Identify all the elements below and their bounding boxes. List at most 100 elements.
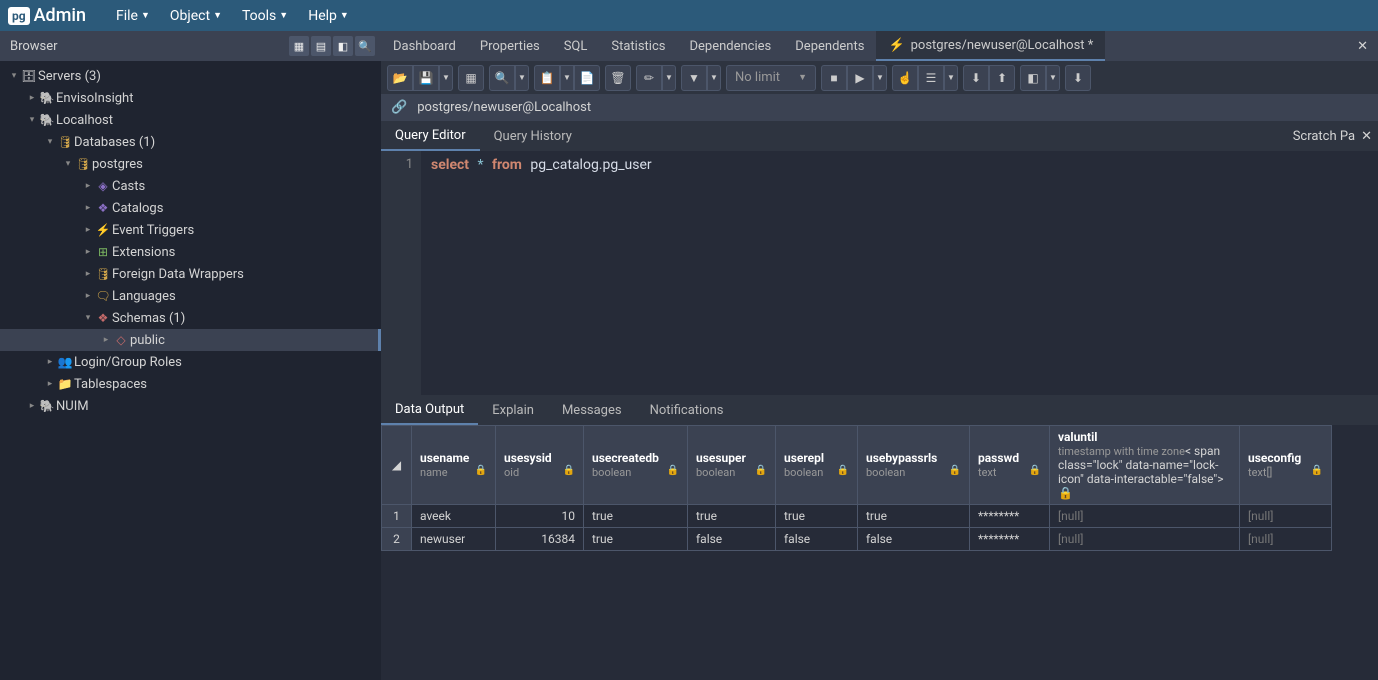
- col-passwd[interactable]: passwdtext🔒: [970, 426, 1050, 505]
- rollback-icon: ⬆: [997, 71, 1007, 85]
- find-button[interactable]: 🔍: [489, 65, 515, 91]
- col-userepl[interactable]: usereplboolean🔒: [776, 426, 858, 505]
- tab-sql[interactable]: SQL: [552, 31, 600, 61]
- tree-databases[interactable]: ▾🛢Databases (1): [0, 131, 381, 153]
- table-row[interactable]: 2 newuser 16384 true false false false *…: [382, 528, 1332, 551]
- col-usename[interactable]: usenamename🔒: [412, 426, 496, 505]
- tree-tablespaces[interactable]: ▸📁Tablespaces: [0, 373, 381, 395]
- delete-button[interactable]: 🗑: [605, 65, 631, 91]
- explain-analyze-button[interactable]: ☰: [918, 65, 944, 91]
- tree-schemas[interactable]: ▾❖Schemas (1): [0, 307, 381, 329]
- lock-icon: 🔒: [667, 465, 679, 476]
- save-dropdown[interactable]: ▼: [439, 65, 453, 91]
- filter-button[interactable]: ▼: [681, 65, 707, 91]
- tab-dashboard[interactable]: Dashboard: [381, 31, 468, 61]
- tree-nuim[interactable]: ▸🐘NUIM: [0, 395, 381, 417]
- grid-icon: ▦: [465, 71, 476, 85]
- close-icon[interactable]: ✕: [1357, 39, 1378, 54]
- toolbar: 📂 💾 ▼ ▦ 🔍 ▼ 📋 ▼ 📄 🗑 ✏ ▼ ▼ ▼: [381, 61, 1378, 94]
- tab-statistics[interactable]: Statistics: [599, 31, 677, 61]
- pencil-icon: ✏: [644, 71, 654, 85]
- menu-object[interactable]: Object▼: [160, 8, 232, 24]
- tab-explain[interactable]: Explain: [478, 395, 548, 425]
- tab-data-output[interactable]: Data Output: [381, 395, 478, 425]
- explain-button[interactable]: ☝: [892, 65, 918, 91]
- rollback-button[interactable]: ⬆: [989, 65, 1015, 91]
- tree-public[interactable]: ▸◇public: [0, 329, 381, 351]
- close-icon[interactable]: ✕: [1361, 129, 1372, 144]
- edit-button[interactable]: ✏: [636, 65, 662, 91]
- tab-dependencies[interactable]: Dependencies: [677, 31, 783, 61]
- tree-extensions[interactable]: ▸⊞Extensions: [0, 241, 381, 263]
- query-tool-button[interactable]: ▦: [458, 65, 484, 91]
- tree-localhost[interactable]: ▾🐘Localhost: [0, 109, 381, 131]
- tree-event-triggers[interactable]: ▸⚡Event Triggers: [0, 219, 381, 241]
- tab-icon[interactable]: ▦: [289, 36, 309, 56]
- paste-button[interactable]: 📄: [574, 65, 600, 91]
- open-file-button[interactable]: 📂: [387, 65, 413, 91]
- tab-messages[interactable]: Messages: [548, 395, 636, 425]
- edit-dropdown[interactable]: ▼: [662, 65, 676, 91]
- tree-languages[interactable]: ▸🗨Languages: [0, 285, 381, 307]
- col-usecreatedb[interactable]: usecreatedbboolean🔒: [584, 426, 688, 505]
- execute-dropdown[interactable]: ▼: [873, 65, 887, 91]
- save-button[interactable]: 💾: [413, 65, 439, 91]
- tree-envisoinsight[interactable]: ▸🐘EnvisoInsight: [0, 87, 381, 109]
- code-area[interactable]: select * from pg_catalog.pg_user: [421, 151, 662, 395]
- trigger-icon: ⚡: [94, 223, 112, 237]
- logo-text: Admin: [34, 5, 86, 26]
- clear-dropdown[interactable]: ▼: [1046, 65, 1060, 91]
- connection-label: postgres/newuser@Localhost: [417, 100, 591, 115]
- elephant-icon: 🐘: [38, 399, 56, 413]
- filter-icon[interactable]: ◧: [333, 36, 353, 56]
- stop-button[interactable]: ■: [821, 65, 847, 91]
- menu-help[interactable]: Help▼: [298, 8, 359, 24]
- schema-icon: ◇: [112, 333, 130, 347]
- tab-dependents[interactable]: Dependents: [783, 31, 876, 61]
- tree-servers[interactable]: ▾🗄Servers (3): [0, 65, 381, 87]
- tab-query-editor[interactable]: Query Editor: [381, 121, 480, 151]
- commit-button[interactable]: ⬇: [963, 65, 989, 91]
- query-editor[interactable]: 1 select * from pg_catalog.pg_user: [381, 151, 1378, 395]
- execute-button[interactable]: ▶: [847, 65, 873, 91]
- tab-query-history[interactable]: Query History: [480, 121, 586, 151]
- filter-dropdown[interactable]: ▼: [707, 65, 721, 91]
- tab-properties[interactable]: Properties: [468, 31, 552, 61]
- clear-button[interactable]: ◧: [1020, 65, 1046, 91]
- eraser-icon: ◧: [1027, 71, 1038, 85]
- grid-icon[interactable]: ▤: [311, 36, 331, 56]
- tree-postgres[interactable]: ▾🛢postgres: [0, 153, 381, 175]
- extension-icon: ⊞: [94, 245, 112, 259]
- lock-icon: 🔒: [1029, 465, 1041, 476]
- col-usesysid[interactable]: usesysidoid🔒: [496, 426, 584, 505]
- main-tabs: Dashboard Properties SQL Statistics Depe…: [381, 31, 1378, 61]
- search-icon[interactable]: 🔍: [355, 36, 375, 56]
- chevron-down-icon: ▼: [279, 10, 288, 21]
- lock-icon: 🔒: [475, 465, 487, 476]
- tab-notifications[interactable]: Notifications: [636, 395, 738, 425]
- folder-icon: 📂: [393, 71, 408, 85]
- tree-fdw[interactable]: ▸🛢Foreign Data Wrappers: [0, 263, 381, 285]
- tree-login-roles[interactable]: ▸👥Login/Group Roles: [0, 351, 381, 373]
- tree-casts[interactable]: ▸◈Casts: [0, 175, 381, 197]
- lock-icon: 🔒: [837, 465, 849, 476]
- main: Dashboard Properties SQL Statistics Depe…: [381, 31, 1378, 680]
- download-button[interactable]: ⬇: [1065, 65, 1091, 91]
- limit-select[interactable]: No limit▼: [726, 65, 816, 91]
- menu-tools[interactable]: Tools▼: [232, 8, 298, 24]
- copy-button[interactable]: 📋: [534, 65, 560, 91]
- col-useconfig[interactable]: useconfigtext[]🔒: [1240, 426, 1332, 505]
- menu-file[interactable]: File▼: [106, 8, 160, 24]
- col-usebypassrls[interactable]: usebypassrlsboolean🔒: [858, 426, 970, 505]
- copy-dropdown[interactable]: ▼: [560, 65, 574, 91]
- explain-dropdown[interactable]: ▼: [944, 65, 958, 91]
- col-usesuper[interactable]: usesuperboolean🔒: [688, 426, 776, 505]
- find-dropdown[interactable]: ▼: [515, 65, 529, 91]
- paste-icon: 📄: [580, 71, 595, 85]
- table-row[interactable]: 1 aveek 10 true true true true ******** …: [382, 505, 1332, 528]
- tree-catalogs[interactable]: ▸❖Catalogs: [0, 197, 381, 219]
- roles-icon: 👥: [56, 355, 74, 369]
- col-valuntil[interactable]: valuntiltimestamp with time zone< span c…: [1050, 426, 1240, 505]
- results-table: ◢ usenamename🔒 usesysidoid🔒 usecreatedbb…: [381, 425, 1332, 551]
- tab-query[interactable]: ⚡postgres/newuser@Localhost *: [876, 31, 1105, 61]
